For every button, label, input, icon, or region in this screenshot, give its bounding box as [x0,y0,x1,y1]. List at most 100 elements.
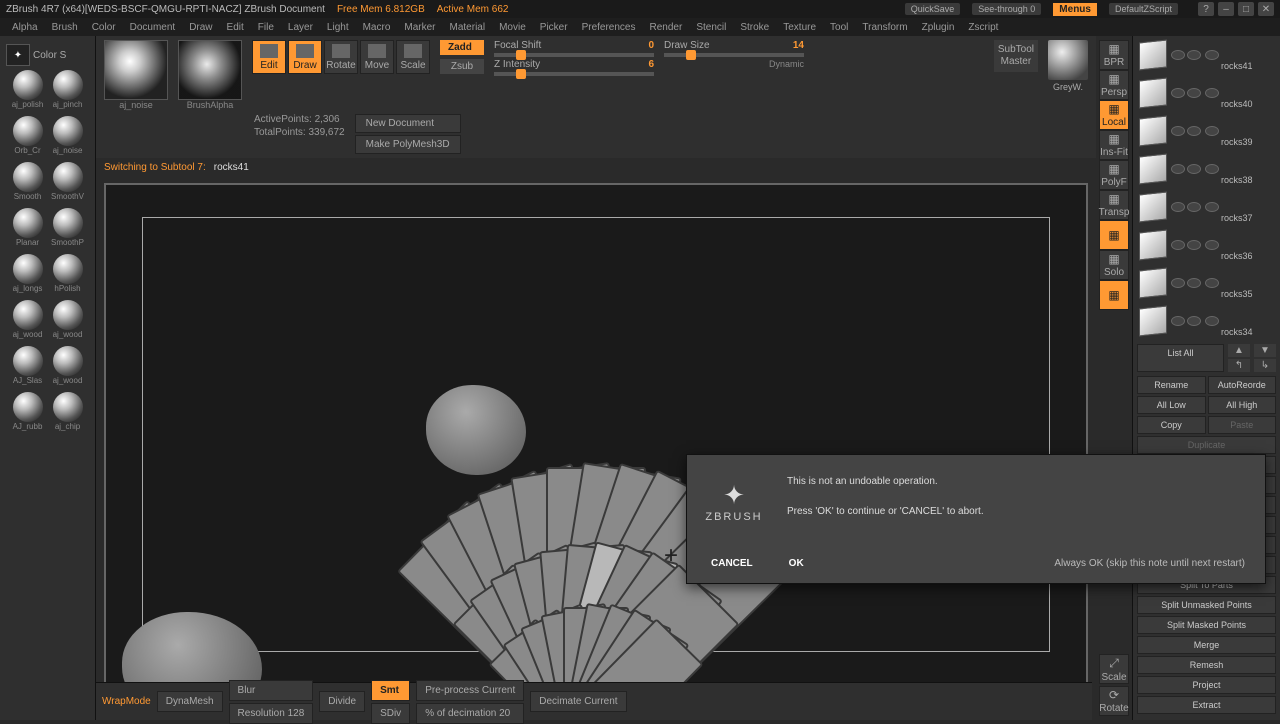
copy-button[interactable]: Copy [1137,416,1206,434]
subtool-item[interactable]: rocks35 [1133,264,1280,302]
menu-alpha[interactable]: Alpha [12,22,38,33]
rtool-solo[interactable]: ▦Solo [1099,250,1129,280]
rtool-persp[interactable]: ▦Persp [1099,70,1129,100]
rtool-transp[interactable]: ▦Transp [1099,190,1129,220]
decimation-slider[interactable]: % of decimation 20 [416,703,524,724]
menu-brush[interactable]: Brush [52,22,78,33]
subtool-project[interactable]: Project [1137,676,1276,694]
menu-macro[interactable]: Macro [363,22,391,33]
zsub-button[interactable]: Zsub [440,59,484,74]
focal-shift-slider[interactable]: Focal Shift0 [494,40,654,57]
divide-button[interactable]: Divide [319,691,365,712]
brush-SmoothV[interactable]: SmoothV [49,162,87,206]
menu-render[interactable]: Render [650,22,683,33]
brush-hPolish[interactable]: hPolish [49,254,87,298]
rtool-btn[interactable]: ▦ [1099,280,1129,310]
paste-button[interactable]: Paste [1208,416,1277,434]
menu-transform[interactable]: Transform [862,22,907,33]
autoreorder-button[interactable]: AutoReorde [1208,376,1277,394]
menu-zplugin[interactable]: Zplugin [922,22,955,33]
zintensity-slider[interactable]: Z Intensity6 [494,59,654,76]
close-icon[interactable]: ✕ [1258,2,1274,16]
cancel-button[interactable]: CANCEL [703,554,761,573]
dynamesh-button[interactable]: DynaMesh [157,691,223,712]
menu-texture[interactable]: Texture [783,22,816,33]
brush-aj_polish[interactable]: aj_polish [9,70,47,114]
brush-Smooth[interactable]: Smooth [9,162,47,206]
menu-edit[interactable]: Edit [227,22,244,33]
rtool-local[interactable]: ▦Local [1099,100,1129,130]
rename-button[interactable]: Rename [1137,376,1206,394]
quicksave-button[interactable]: QuickSave [905,3,961,15]
seethrough-slider[interactable]: See-through 0 [972,3,1041,15]
mode-edit[interactable]: Edit [252,40,286,74]
menu-stencil[interactable]: Stencil [696,22,726,33]
sdiv-slider[interactable]: SDiv [371,703,410,724]
subtool-item[interactable]: rocks36 [1133,226,1280,264]
menu-material[interactable]: Material [450,22,486,33]
brush-AJ_Slas[interactable]: AJ_Slas [9,346,47,390]
rotate-handle-button[interactable]: ⟳Rotate [1099,686,1129,716]
draw-size-slider[interactable]: Draw Size14 [664,40,804,57]
brush-aj_longs[interactable]: aj_longs [9,254,47,298]
color-swatch[interactable]: ✦ [6,44,30,66]
menu-tool[interactable]: Tool [830,22,848,33]
subtool-extract[interactable]: Extract [1137,696,1276,714]
menus-toggle[interactable]: Menus [1053,3,1097,16]
mode-rotate[interactable]: Rotate [324,40,358,74]
smt-button[interactable]: Smt [371,680,410,701]
brush-SmoothP[interactable]: SmoothP [49,208,87,252]
move-in-button[interactable]: ↳ [1254,359,1276,372]
list-all-button[interactable]: List All [1137,344,1224,372]
menu-picker[interactable]: Picker [540,22,568,33]
mode-scale[interactable]: Scale [396,40,430,74]
scale-handle-button[interactable]: ⤢Scale [1099,654,1129,684]
menu-marker[interactable]: Marker [404,22,435,33]
resolution-slider[interactable]: Resolution 128 [229,703,314,724]
material-thumb[interactable] [1048,40,1088,80]
move-out-button[interactable]: ↰ [1228,359,1250,372]
subtool-merge[interactable]: Merge [1137,636,1276,654]
brush-aj_wood[interactable]: aj_wood [9,300,47,344]
mode-move[interactable]: Move [360,40,394,74]
subtool-duplicate[interactable]: Duplicate [1137,436,1276,454]
subtool-item[interactable]: rocks34 [1133,302,1280,340]
menu-preferences[interactable]: Preferences [582,22,636,33]
subtool-master-button[interactable]: SubTool Master [994,40,1038,72]
decimate-button[interactable]: Decimate Current [530,691,626,712]
brush-aj_pinch[interactable]: aj_pinch [49,70,87,114]
move-up-button[interactable]: ▲ [1228,344,1250,357]
brush-aj_noise[interactable]: aj_noise [49,116,87,160]
menu-file[interactable]: File [258,22,274,33]
subtool-remesh[interactable]: Remesh [1137,656,1276,674]
menu-document[interactable]: Document [130,22,176,33]
make-polymesh-button[interactable]: Make PolyMesh3D [355,135,461,154]
move-down-button[interactable]: ▼ [1254,344,1276,357]
all-low-button[interactable]: All Low [1137,396,1206,414]
all-high-button[interactable]: All High [1208,396,1277,414]
rtool-ins-fit[interactable]: ▦Ins-Fit [1099,130,1129,160]
alpha-thumb[interactable] [178,40,242,100]
menu-zscript[interactable]: Zscript [968,22,998,33]
brush-AJ_rubb[interactable]: AJ_rubb [9,392,47,436]
menu-stroke[interactable]: Stroke [740,22,769,33]
help-icon[interactable]: ? [1198,2,1214,16]
rtool-polyf[interactable]: ▦PolyF [1099,160,1129,190]
brush-Orb_Cr[interactable]: Orb_Cr [9,116,47,160]
subtool-item[interactable]: rocks38 [1133,150,1280,188]
wrapmode-label[interactable]: WrapMode [102,696,151,707]
menu-color[interactable]: Color [92,22,116,33]
minimize-icon[interactable]: – [1218,2,1234,16]
preprocess-button[interactable]: Pre-process Current [416,680,524,701]
dynamic-toggle[interactable]: Dynamic [664,59,804,69]
subtool-item[interactable]: rocks37 [1133,188,1280,226]
zadd-button[interactable]: Zadd [440,40,484,55]
brush-aj_chip[interactable]: aj_chip [49,392,87,436]
subtool-item[interactable]: rocks39 [1133,112,1280,150]
brush-aj_wood[interactable]: aj_wood [49,346,87,390]
menu-movie[interactable]: Movie [499,22,526,33]
subtool-item[interactable]: rocks40 [1133,74,1280,112]
blur-slider[interactable]: Blur [229,680,314,701]
rtool-btn[interactable]: ▦ [1099,220,1129,250]
brush-aj_wood[interactable]: aj_wood [49,300,87,344]
